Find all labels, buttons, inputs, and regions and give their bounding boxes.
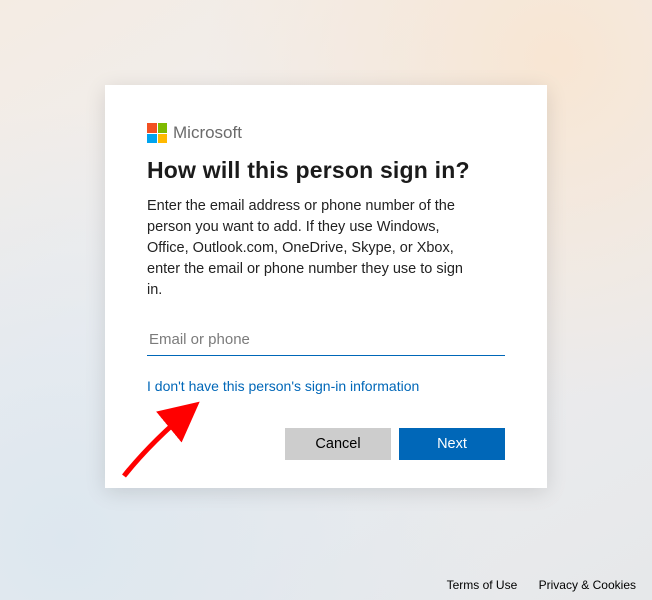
footer-links: Terms of Use Privacy & Cookies xyxy=(429,578,636,592)
no-signin-info-link[interactable]: I don't have this person's sign-in infor… xyxy=(147,378,419,394)
terms-of-use-link[interactable]: Terms of Use xyxy=(447,578,518,592)
next-button[interactable]: Next xyxy=(399,428,505,460)
brand-name: Microsoft xyxy=(173,123,242,143)
description-text: Enter the email address or phone number … xyxy=(147,196,477,301)
email-or-phone-field[interactable] xyxy=(147,327,505,356)
page-title: How will this person sign in? xyxy=(147,157,505,184)
cancel-button[interactable]: Cancel xyxy=(285,428,391,460)
signin-panel: Microsoft How will this person sign in? … xyxy=(105,85,547,488)
privacy-cookies-link[interactable]: Privacy & Cookies xyxy=(539,578,636,592)
microsoft-logo: Microsoft xyxy=(147,123,505,143)
button-row: Cancel Next xyxy=(147,428,505,460)
microsoft-logo-icon xyxy=(147,123,167,143)
